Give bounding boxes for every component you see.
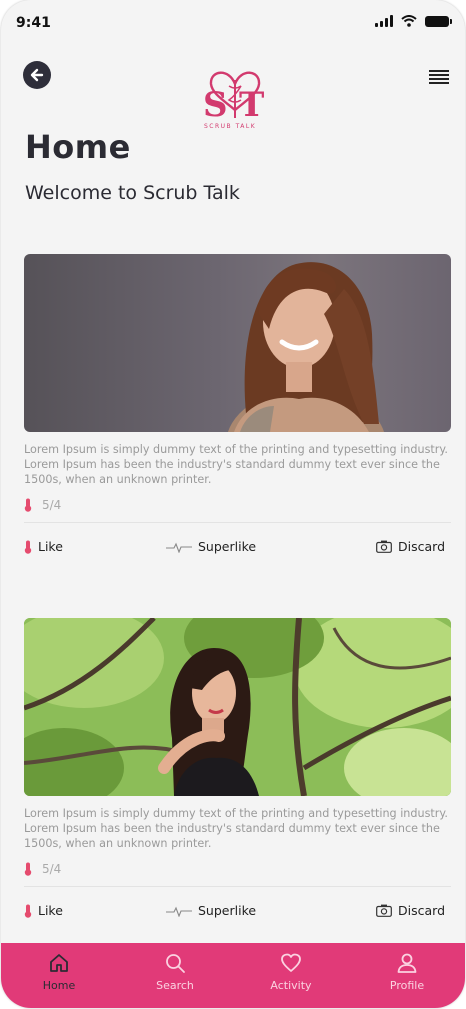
post-card: Lorem Ipsum is simply dummy text of the … bbox=[24, 254, 451, 565]
home-icon bbox=[50, 954, 68, 972]
search-icon bbox=[166, 954, 185, 973]
status-time: 9:41 bbox=[16, 15, 51, 31]
superlike-label: Superlike bbox=[198, 539, 257, 554]
thermometer-icon bbox=[24, 540, 32, 554]
svg-text:S: S bbox=[203, 85, 228, 125]
svg-text:SCRUB TALK: SCRUB TALK bbox=[204, 123, 256, 130]
bottom-nav: Home Search Activity Profile bbox=[1, 943, 465, 1008]
user-icon bbox=[397, 953, 417, 973]
page-title: Home bbox=[25, 128, 131, 166]
heart-icon bbox=[281, 953, 301, 972]
nav-item-search[interactable]: Search bbox=[117, 943, 233, 1008]
nav-label-profile: Profile bbox=[389, 979, 425, 992]
rating-value: 5/4 bbox=[42, 862, 62, 876]
status-bar: 9:41 bbox=[1, 0, 465, 46]
post-card: Lorem Ipsum is simply dummy text of the … bbox=[24, 618, 451, 929]
post-rating: 5/4 bbox=[24, 860, 451, 878]
status-icons bbox=[375, 15, 452, 27]
thermometer-icon bbox=[24, 862, 32, 876]
cellular-signal-icon bbox=[375, 15, 393, 27]
nav-label-activity: Activity bbox=[270, 979, 312, 992]
menu-button[interactable] bbox=[429, 70, 449, 84]
post-photo[interactable] bbox=[24, 254, 451, 432]
wifi-icon bbox=[401, 15, 417, 27]
thermometer-icon bbox=[24, 498, 32, 512]
discard-label: Discard bbox=[398, 539, 445, 554]
like-label: Like bbox=[38, 539, 63, 554]
nav-item-activity[interactable]: Activity bbox=[233, 943, 349, 1008]
post-rating: 5/4 bbox=[24, 496, 451, 514]
thermometer-icon bbox=[24, 904, 32, 918]
heartbeat-icon bbox=[166, 906, 192, 917]
scrub-talk-logo: S T SCRUB TALK bbox=[196, 66, 274, 132]
like-button[interactable]: Like bbox=[24, 539, 63, 554]
nav-item-home[interactable]: Home bbox=[1, 943, 117, 1008]
like-button[interactable]: Like bbox=[24, 903, 63, 918]
post-description: Lorem Ipsum is simply dummy text of the … bbox=[24, 443, 448, 486]
svg-text:T: T bbox=[239, 85, 264, 125]
superlike-button[interactable]: Superlike bbox=[166, 539, 256, 554]
post-photo[interactable] bbox=[24, 618, 451, 796]
discard-button[interactable]: Discard bbox=[376, 903, 445, 918]
divider bbox=[24, 886, 451, 887]
nav-item-profile[interactable]: Profile bbox=[349, 943, 465, 1008]
discard-button[interactable]: Discard bbox=[376, 539, 445, 554]
superlike-button[interactable]: Superlike bbox=[166, 903, 256, 918]
discard-label: Discard bbox=[398, 903, 445, 918]
nav-label-home: Home bbox=[42, 979, 76, 992]
post-description: Lorem Ipsum is simply dummy text of the … bbox=[24, 807, 448, 850]
like-label: Like bbox=[38, 903, 63, 918]
heartbeat-icon bbox=[166, 542, 192, 553]
arrow-left-icon bbox=[30, 68, 44, 82]
camera-icon bbox=[376, 904, 392, 917]
back-button[interactable] bbox=[23, 61, 51, 89]
rating-value: 5/4 bbox=[42, 498, 62, 512]
nav-label-search: Search bbox=[156, 979, 194, 992]
page-subtitle: Welcome to Scrub Talk bbox=[25, 182, 240, 204]
divider bbox=[24, 522, 451, 523]
post-actions: Like Superlike Discard bbox=[24, 893, 451, 929]
camera-icon bbox=[376, 540, 392, 553]
battery-icon bbox=[425, 15, 452, 27]
hamburger-icon bbox=[429, 70, 449, 72]
post-actions: Like Superlike Discard bbox=[24, 529, 451, 565]
superlike-label: Superlike bbox=[198, 903, 257, 918]
phone-frame: 9:41 S T SCRUB TALK Home Welcome to Scru… bbox=[1, 0, 465, 1008]
